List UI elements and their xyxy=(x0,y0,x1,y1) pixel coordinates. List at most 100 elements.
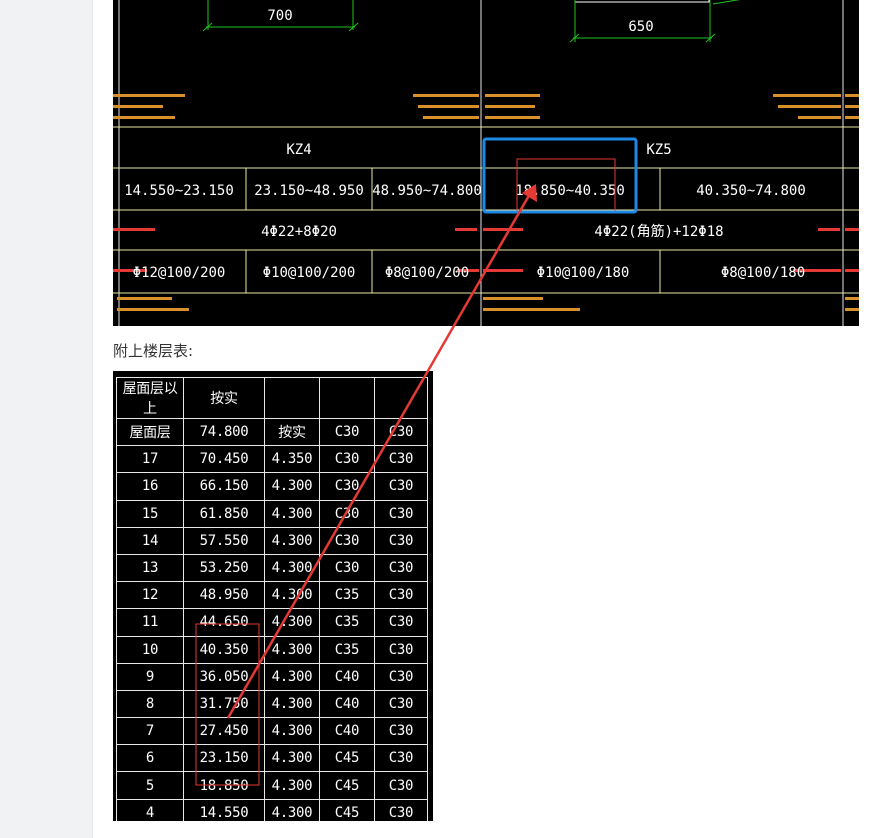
floor-table-cell: C35 xyxy=(319,581,375,610)
floor-table-cell: C40 xyxy=(319,662,375,691)
floor-table-cell: 10 xyxy=(116,635,184,664)
floor-table-cell: C45 xyxy=(319,771,375,800)
floor-table-cell: C30 xyxy=(374,499,428,528)
floor-table-row: 11 44.650 4.300 C35 C30 xyxy=(116,608,428,637)
floor-table-cell: 12 xyxy=(116,581,184,610)
floor-table-cell: C35 xyxy=(319,635,375,664)
floor-table-cell: 4 xyxy=(116,798,184,821)
floor-table-cell: 15 xyxy=(116,499,184,528)
floor-table-cell: C30 xyxy=(374,581,428,610)
floor-table-cell: 9 xyxy=(116,662,184,691)
floor-table-cell: 48.950 xyxy=(183,581,265,610)
floor-table-cell: 按实 xyxy=(183,377,265,419)
stirrup-cell-3: Φ8@100/200 xyxy=(385,265,469,281)
floor-table-row: 14 57.550 4.300 C30 C30 xyxy=(116,526,428,555)
floor-table-cell: 8 xyxy=(116,689,184,719)
floor-table-cell: C30 xyxy=(374,472,428,501)
floor-table-cell: 61.850 xyxy=(183,499,265,528)
floor-table-cell xyxy=(264,377,320,419)
stirrup-cell-4: Φ10@100/180 xyxy=(537,265,630,281)
cad-drawing-image: 700 650 KZ4 KZ5 14.550~23.150 23.150~48.… xyxy=(113,0,859,326)
floor-table-cell: 4.300 xyxy=(264,581,320,610)
floor-table-row: 16 66.150 4.300 C30 C30 xyxy=(116,472,428,501)
column-kz5-label: KZ5 xyxy=(646,142,671,158)
stirrup-cell-5: Φ8@100/180 xyxy=(721,265,805,281)
floor-table-row: 17 70.450 4.350 C30 C30 xyxy=(116,445,428,474)
floor-table-cell: 23.150 xyxy=(183,744,265,773)
floor-table-cell: C30 xyxy=(374,445,428,474)
floor-table-cell: 44.650 xyxy=(183,608,265,637)
floor-table-cell: C30 xyxy=(374,553,428,583)
floor-table-cell: 57.550 xyxy=(183,526,265,555)
floor-table-cell xyxy=(374,377,428,419)
floor-table-cell: 4.300 xyxy=(264,717,320,746)
floor-table-cell: 4.350 xyxy=(264,445,320,474)
floor-table-cell: 4.300 xyxy=(264,499,320,528)
floor-table-cell: C30 xyxy=(374,771,428,800)
floor-table-cell: 4.300 xyxy=(264,689,320,719)
floor-table-cell: C30 xyxy=(374,798,428,821)
floor-table-row: 13 53.250 4.300 C30 C30 xyxy=(116,553,428,583)
floor-table-cell: 4.300 xyxy=(264,662,320,691)
floor-table-cell: 屋面层 xyxy=(116,417,184,447)
stirrup-cell-1: Φ12@100/200 xyxy=(133,265,226,281)
blue-highlight-box xyxy=(482,137,638,214)
floor-table-cell: 4.300 xyxy=(264,744,320,773)
floor-table-cell: 16 xyxy=(116,472,184,501)
floor-table-cell: 40.350 xyxy=(183,635,265,664)
floor-table-cell: C30 xyxy=(374,717,428,746)
stirrup-cell-2: Φ10@100/200 xyxy=(263,265,356,281)
rebar-kz4-cell: 4Φ22+8Φ20 xyxy=(261,224,337,240)
range-cell-3: 48.950~74.800 xyxy=(372,183,482,199)
floor-table-cell: 按实 xyxy=(264,417,320,447)
floor-table-cell: 4.300 xyxy=(264,635,320,664)
floor-table-cell: 4.300 xyxy=(264,798,320,821)
floor-table-cell: 5 xyxy=(116,771,184,800)
floor-table-cell: 74.800 xyxy=(183,417,265,447)
floor-table-cell: 11 xyxy=(116,608,184,637)
floor-table-row: 7 27.450 4.300 C40 C30 xyxy=(116,717,428,746)
dim-700-label: 700 xyxy=(267,8,292,24)
floor-table-row: 8 31.750 4.300 C40 C30 xyxy=(116,689,428,719)
floor-table-cell: 36.050 xyxy=(183,662,265,691)
floor-table-cell: 18.850 xyxy=(183,771,265,800)
range-cell-1: 14.550~23.150 xyxy=(124,183,234,199)
range-cell-2: 23.150~48.950 xyxy=(254,183,364,199)
floor-table-cell: C35 xyxy=(319,608,375,637)
floor-table-cell: C30 xyxy=(319,499,375,528)
floor-table-row: 4 14.550 4.300 C45 C30 xyxy=(116,798,428,821)
floor-table-cell: C30 xyxy=(374,526,428,555)
floor-table-cell: 70.450 xyxy=(183,445,265,474)
range-cell-5: 40.350~74.800 xyxy=(696,183,806,199)
floor-table-cell: 4.300 xyxy=(264,608,320,637)
floor-table-row: 12 48.950 4.300 C35 C30 xyxy=(116,581,428,610)
floor-table-cell: 4.300 xyxy=(264,553,320,583)
range-cell-4: 18.850~40.350 xyxy=(515,183,625,199)
floor-table-cell: 14 xyxy=(116,526,184,555)
floor-table-cell: C30 xyxy=(319,553,375,583)
floor-table-row: 15 61.850 4.300 C30 C30 xyxy=(116,499,428,528)
floor-table-cell: 13 xyxy=(116,553,184,583)
floor-table-cell: 14.550 xyxy=(183,798,265,821)
floor-table-cell: 4.300 xyxy=(264,472,320,501)
dim-650-label: 650 xyxy=(628,19,653,35)
floor-table-row: 9 36.050 4.300 C40 C30 xyxy=(116,662,428,691)
floor-table-cell: 4.300 xyxy=(264,771,320,800)
floor-table-cell: 17 xyxy=(116,445,184,474)
floor-table-cell: 屋面层以上 xyxy=(116,377,184,419)
caption-text: 附上楼层表: xyxy=(113,342,194,360)
floor-table-cell: C30 xyxy=(374,662,428,691)
floor-table-cell: 6 xyxy=(116,744,184,773)
floor-table-row: 屋面层 74.800 按实 C30 C30 xyxy=(116,417,428,447)
rebar-kz5-cell: 4Φ22(角筋)+12Φ18 xyxy=(594,223,723,240)
floor-table-cell: 53.250 xyxy=(183,553,265,583)
left-sidebar xyxy=(0,0,93,838)
floor-table-cell: 4.300 xyxy=(264,526,320,555)
floor-table-cell: C45 xyxy=(319,744,375,773)
floor-table-cell: 66.150 xyxy=(183,472,265,501)
floor-table-cell: C30 xyxy=(319,526,375,555)
floor-table-cell: 27.450 xyxy=(183,717,265,746)
floor-table-cell: C30 xyxy=(374,417,428,447)
floor-table-cell: C30 xyxy=(374,689,428,719)
floor-table: 屋面层以上 按实 屋面层 74.800 按实 C30 C30 17 70.450 4.350 C30… xyxy=(116,377,428,821)
